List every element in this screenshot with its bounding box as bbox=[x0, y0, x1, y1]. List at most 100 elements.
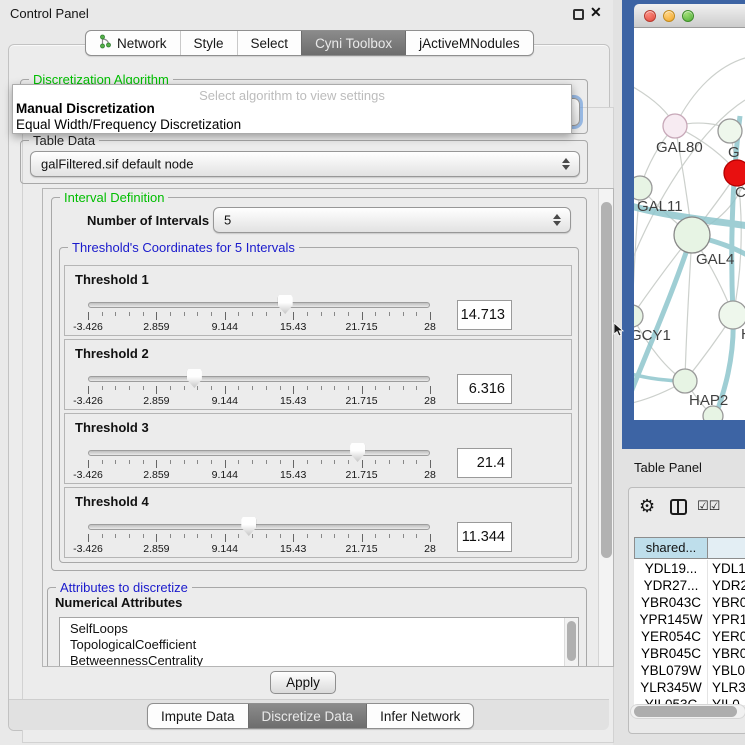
list-item-betweennesscentrality[interactable]: BetweennessCentrality bbox=[60, 653, 578, 667]
slider-tick bbox=[266, 460, 267, 464]
tab-network[interactable]: Network bbox=[86, 31, 180, 55]
threshold-3-panel: Threshold 3-3.4262.8599.14415.4321.71528… bbox=[64, 413, 572, 484]
threshold-4-slider[interactable] bbox=[88, 524, 430, 530]
threshold-2-value-field[interactable]: 6.316 bbox=[457, 374, 512, 404]
network-node-gal80[interactable] bbox=[663, 114, 687, 138]
slider-tick bbox=[334, 312, 335, 316]
table-row[interactable]: YBL079WYBL0 bbox=[634, 662, 745, 679]
slider-tick bbox=[156, 386, 157, 394]
scrollbar-thumb[interactable] bbox=[567, 621, 576, 661]
dropdown-option-equal-width-frequency-discretization[interactable]: Equal Width/Frequency Discretization bbox=[16, 117, 241, 132]
slider-ticks bbox=[88, 312, 430, 321]
slider-tick bbox=[252, 312, 253, 316]
gear-icon[interactable]: ⚙ bbox=[639, 496, 655, 517]
window-minimize-button[interactable] bbox=[663, 10, 675, 22]
slider-tick bbox=[88, 386, 89, 394]
tab-cyni-toolbox[interactable]: Cyni Toolbox bbox=[301, 31, 405, 55]
threshold-2-slider[interactable] bbox=[88, 376, 430, 382]
float-window-button[interactable] bbox=[573, 9, 584, 20]
slider-tick bbox=[156, 460, 157, 468]
slider-tick bbox=[348, 460, 349, 464]
network-node-hap2[interactable] bbox=[673, 369, 697, 393]
tab-discretize-data[interactable]: Discretize Data bbox=[248, 704, 367, 728]
slider-tick bbox=[102, 534, 103, 538]
list-scrollbar[interactable] bbox=[564, 618, 578, 667]
slider-tick bbox=[293, 534, 294, 542]
apply-button[interactable]: Apply bbox=[270, 671, 336, 694]
slider-tick bbox=[334, 386, 335, 390]
slider-tick bbox=[88, 312, 89, 320]
network-window-titlebar[interactable] bbox=[634, 4, 745, 28]
network-canvas[interactable]: GAL80GCGAL11GAL4GCY1HHAP2 bbox=[634, 28, 745, 420]
algorithm-dropdown-popup: Select algorithm to view settings Manual… bbox=[12, 84, 572, 134]
tab-select[interactable]: Select bbox=[237, 31, 302, 55]
network-node-gal4[interactable] bbox=[674, 217, 710, 253]
tab-impute-data[interactable]: Impute Data bbox=[148, 704, 248, 728]
threshold-2-panel: Threshold 2-3.4262.8599.14415.4321.71528… bbox=[64, 339, 572, 410]
tab-infer-network[interactable]: Infer Network bbox=[366, 704, 473, 728]
list-item-topologicalcoefficient[interactable]: TopologicalCoefficient bbox=[60, 637, 578, 653]
slider-tick bbox=[170, 460, 171, 464]
dropdown-option-manual-discretization[interactable]: Manual Discretization bbox=[16, 101, 155, 116]
table-row[interactable]: YPR145WYPR1 bbox=[634, 611, 745, 628]
slider-tick bbox=[211, 460, 212, 464]
list-item-selfloops[interactable]: SelfLoops bbox=[60, 621, 578, 637]
tab-label: Impute Data bbox=[161, 709, 235, 724]
slider-tick bbox=[129, 312, 130, 316]
select-columns-checkboxes-icon[interactable]: ☑☑ bbox=[697, 499, 720, 514]
threshold-1-slider[interactable] bbox=[88, 302, 430, 308]
threshold-3-slider[interactable] bbox=[88, 450, 430, 456]
threshold-3-value-field[interactable]: 21.4 bbox=[457, 448, 512, 478]
slider-tick-label: 15.43 bbox=[280, 321, 306, 333]
close-panel-button[interactable]: ✕ bbox=[590, 4, 602, 21]
slider-tick bbox=[197, 386, 198, 390]
slider-tick bbox=[252, 460, 253, 464]
network-node-label: G bbox=[728, 144, 740, 161]
network-node-c[interactable] bbox=[724, 160, 745, 186]
network-node-gal11[interactable] bbox=[634, 176, 652, 200]
column-layout-icon[interactable] bbox=[670, 499, 687, 515]
tab-jactivemnodules[interactable]: jActiveMNodules bbox=[405, 31, 533, 55]
table-cell: YDR2 bbox=[712, 577, 745, 594]
slider-tick-label: 28 bbox=[424, 469, 436, 481]
slider-tick bbox=[307, 386, 308, 390]
table-horizontal-scrollbar[interactable] bbox=[630, 704, 745, 719]
tab-label: Infer Network bbox=[380, 709, 460, 724]
node-attribute-table[interactable]: shared... n YDL19...YDL1YDR27...YDR2YBR0… bbox=[634, 537, 745, 705]
column-header-shared-name[interactable]: shared... bbox=[634, 537, 708, 559]
window-close-button[interactable] bbox=[644, 10, 656, 22]
threshold-1-value-field[interactable]: 14.713 bbox=[457, 300, 512, 330]
slider-tick-label: -3.426 bbox=[73, 395, 103, 407]
slider-tick-label: 28 bbox=[424, 395, 436, 407]
slider-tick bbox=[211, 534, 212, 538]
scrollbar-thumb[interactable] bbox=[601, 202, 612, 558]
column-header-name[interactable]: n bbox=[707, 537, 745, 559]
slider-tick bbox=[375, 312, 376, 316]
slider-tick bbox=[88, 460, 89, 468]
network-node-gcy1[interactable] bbox=[634, 305, 643, 327]
window-zoom-button[interactable] bbox=[682, 10, 694, 22]
slider-tick bbox=[321, 534, 322, 538]
network-window[interactable]: GAL80GCGAL11GAL4GCY1HHAP2 bbox=[622, 0, 745, 449]
slider-tick-label: 15.43 bbox=[280, 543, 306, 555]
slider-tick bbox=[266, 534, 267, 538]
network-node-g[interactable] bbox=[718, 119, 742, 143]
tab-style[interactable]: Style bbox=[180, 31, 237, 55]
table-row[interactable]: YLR345WYLR3 bbox=[634, 679, 745, 696]
table-row[interactable]: YDL19...YDL1 bbox=[634, 560, 745, 577]
table-data-combobox[interactable]: galFiltered.sif default node bbox=[30, 151, 580, 177]
slider-tick bbox=[102, 386, 103, 390]
slider-tick bbox=[430, 460, 431, 468]
network-node-label: GAL4 bbox=[696, 251, 734, 268]
numerical-attributes-list[interactable]: SelfLoopsTopologicalCoefficientBetweenne… bbox=[59, 617, 579, 667]
network-node-h[interactable] bbox=[719, 301, 745, 329]
table-row[interactable]: YBR045CYBR0 bbox=[634, 645, 745, 662]
number-of-intervals-combobox[interactable]: 5 bbox=[213, 207, 571, 233]
slider-tick-label: 21.715 bbox=[346, 469, 378, 481]
panel-scrollbar[interactable] bbox=[598, 189, 614, 666]
table-row[interactable]: YER054CYER0 bbox=[634, 628, 745, 645]
table-row[interactable]: YBR043CYBR0 bbox=[634, 594, 745, 611]
threshold-4-value-field[interactable]: 11.344 bbox=[457, 522, 512, 552]
table-row[interactable]: YDR27...YDR2 bbox=[634, 577, 745, 594]
scrollbar-thumb[interactable] bbox=[634, 706, 737, 717]
